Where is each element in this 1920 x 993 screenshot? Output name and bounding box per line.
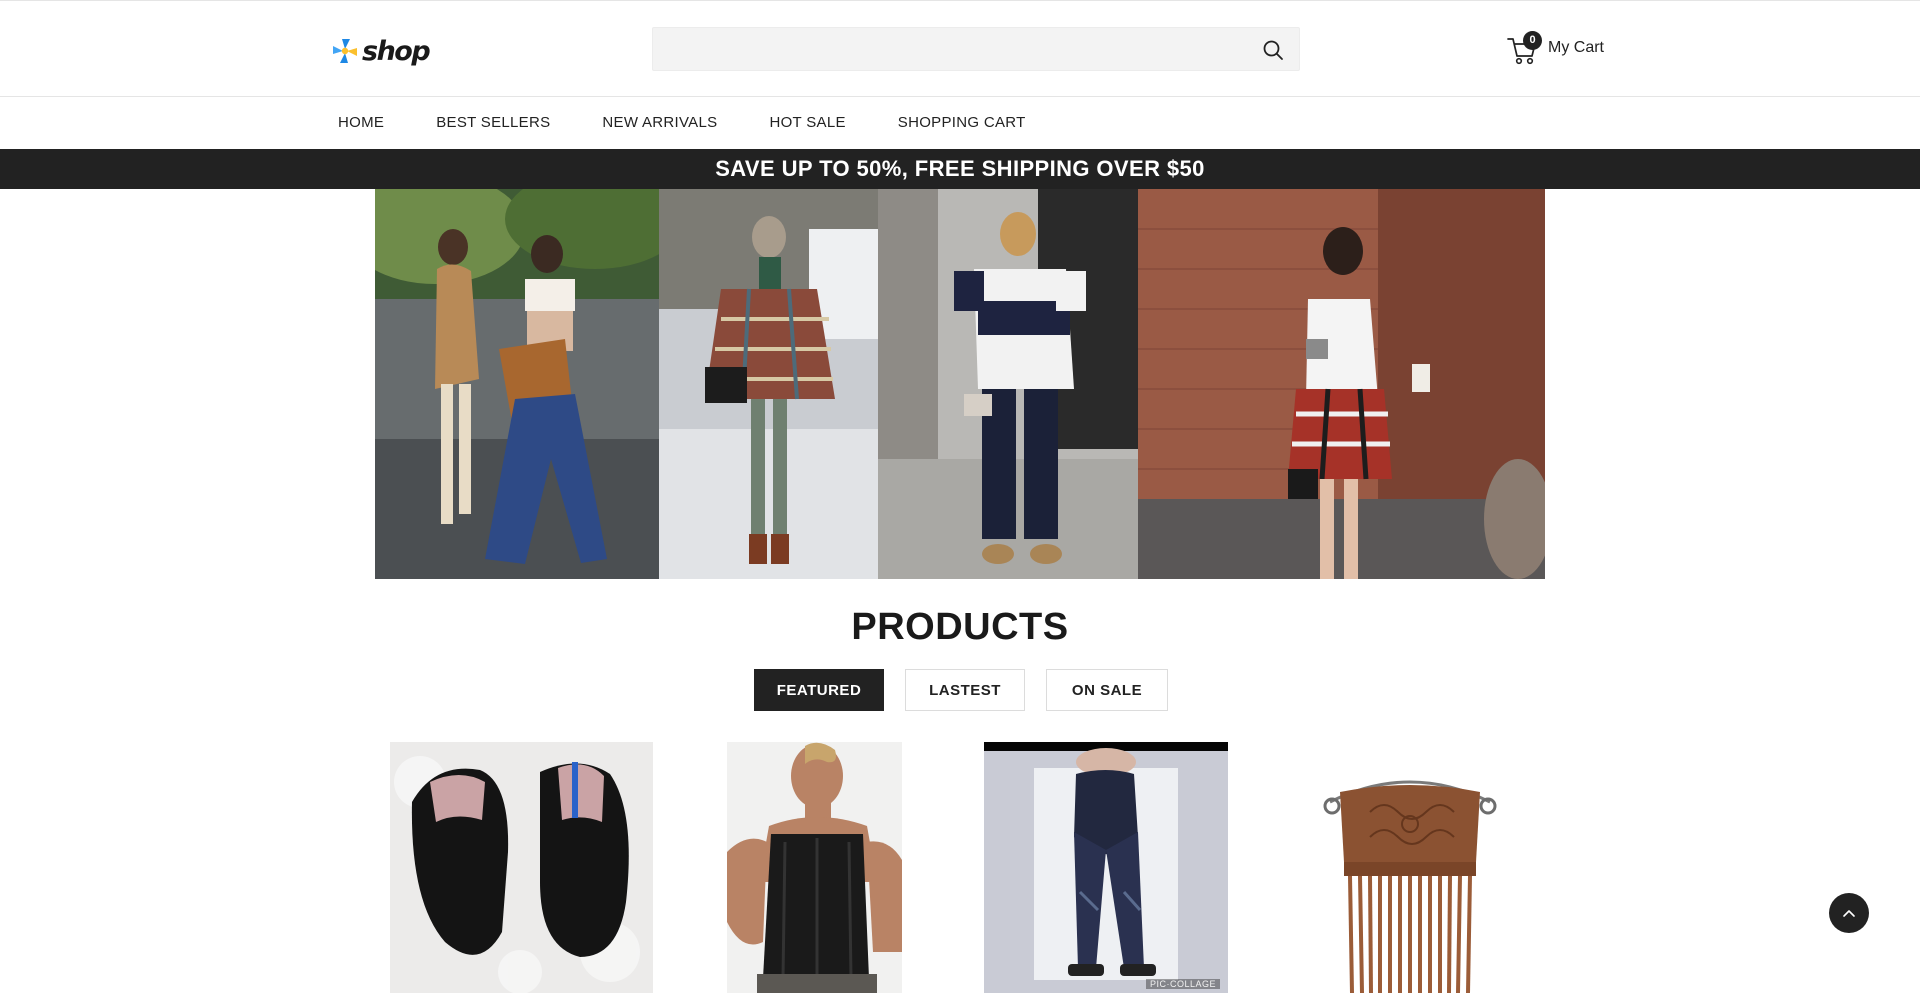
hero-banner[interactable]: [375, 189, 1545, 579]
nav-item-home[interactable]: HOME: [338, 97, 384, 149]
back-to-top-button[interactable]: [1829, 893, 1869, 933]
search-input[interactable]: [653, 28, 1243, 70]
product-card-corset-top[interactable]: [727, 742, 902, 993]
hero-image-street-duo: [375, 189, 659, 579]
search-bar: [652, 27, 1300, 71]
nav-item-shopping-cart[interactable]: SHOPPING CART: [898, 97, 1026, 149]
cart-label: My Cart: [1548, 39, 1604, 56]
cart-icon-wrap: 0: [1506, 31, 1542, 65]
chevron-up-icon: [1843, 910, 1855, 917]
tab-on-sale[interactable]: ON SALE: [1046, 669, 1168, 711]
pinwheel-logo-icon: [333, 39, 357, 63]
product-image-fringe-bag: [1300, 742, 1520, 993]
tab-featured[interactable]: FEATURED: [754, 669, 884, 711]
page: shop 0 My Cart HOME BEST SELLERS NEW ARR…: [0, 0, 1920, 993]
cart-count-badge: 0: [1523, 31, 1542, 50]
search-icon: [1263, 40, 1283, 60]
logo-text: shop: [362, 35, 431, 67]
logo[interactable]: shop: [330, 35, 431, 67]
product-card-fringe-bag[interactable]: [1300, 742, 1520, 993]
products-heading: PRODUCTS: [851, 606, 1069, 648]
product-image-mules: [390, 742, 653, 993]
nav-item-hot-sale[interactable]: HOT SALE: [769, 97, 845, 149]
hero-image-plaid-poncho: [659, 189, 878, 579]
product-image-leggings: [984, 742, 1228, 993]
search-button[interactable]: [1261, 38, 1285, 62]
product-card-leggings[interactable]: PIC·COLLAGE: [984, 742, 1228, 993]
promo-banner: SAVE UP TO 50%, FREE SHIPPING OVER $50: [0, 149, 1920, 189]
hero-image-brick-wall: [1138, 189, 1545, 579]
nav-item-new-arrivals[interactable]: NEW ARRIVALS: [602, 97, 717, 149]
product-card-mules[interactable]: [390, 742, 653, 993]
tab-latest[interactable]: LASTEST: [905, 669, 1025, 711]
watermark-text: PIC·COLLAGE: [1145, 979, 1220, 989]
main-nav: HOME BEST SELLERS NEW ARRIVALS HOT SALE …: [0, 97, 1920, 149]
hero-image-striped-top: [878, 189, 1138, 579]
cart-link[interactable]: 0 My Cart: [1506, 28, 1604, 68]
product-tabs: FEATURED LASTEST ON SALE: [754, 669, 1168, 711]
nav-item-best-sellers[interactable]: BEST SELLERS: [436, 97, 550, 149]
product-image-corset-top: [727, 742, 902, 993]
site-header: shop 0 My Cart: [0, 0, 1920, 97]
